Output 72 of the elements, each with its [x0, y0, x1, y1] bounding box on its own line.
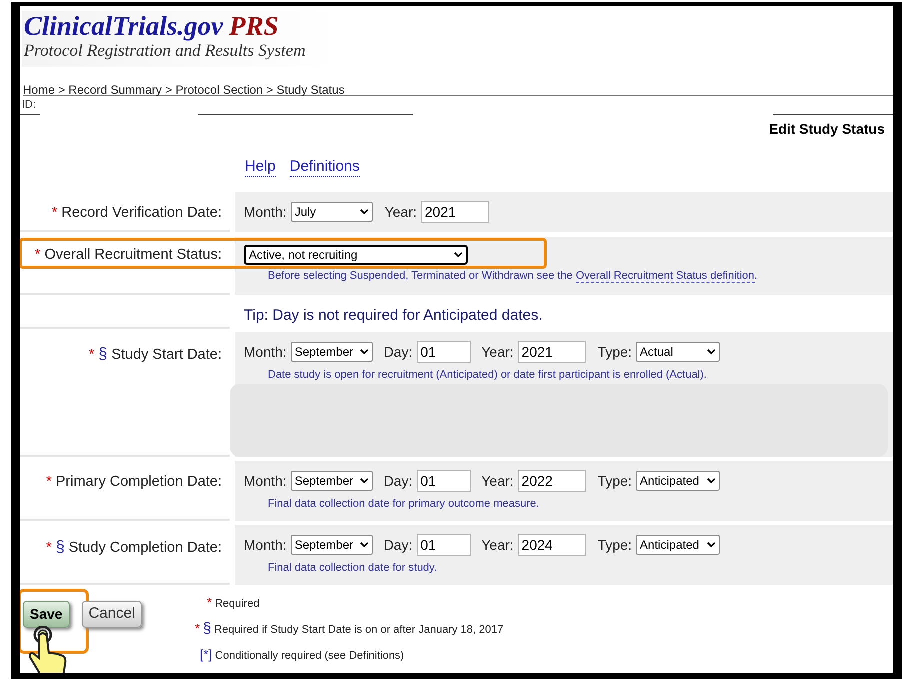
type-select[interactable]: Actual [636, 342, 720, 362]
logo-subtitle: Protocol Registration and Results System [24, 41, 306, 61]
year-field[interactable]: 2021 [421, 201, 489, 223]
cancel-button[interactable]: Cancel [82, 601, 142, 628]
field-label: Month: [244, 202, 287, 222]
logo-title: ClinicalTrials.gov [24, 11, 224, 41]
required-mark: * [46, 539, 52, 558]
required-mark: * [207, 594, 212, 612]
required-mark: * [46, 473, 52, 492]
hint-text: Before selecting Suspended, Terminated or Withdrawn see the Overall Recruitment Status definition. [268, 269, 759, 284]
chevron-down-icon [360, 478, 369, 484]
field-label: Study Start Date: [112, 346, 222, 365]
tip-text: Tip: Day is not required for Anticipated dates. [244, 306, 544, 326]
type-select[interactable]: Anticipated [636, 535, 720, 555]
field-label: Month: [244, 472, 287, 490]
year-field[interactable]: 2022 [518, 470, 586, 492]
field-label: Record Verification Date: [62, 204, 222, 223]
section-mark: § [56, 538, 65, 558]
year-field[interactable]: 2024 [518, 534, 586, 556]
field-label: Primary Completion Date: [56, 473, 222, 492]
help-link[interactable]: Definitions [290, 158, 360, 177]
conditional-mark: [*] [200, 646, 212, 664]
section-mark: § [98, 345, 108, 365]
month-select[interactable]: July [290, 202, 373, 222]
help-link[interactable]: Help [245, 158, 276, 177]
page-heading: Edit Study Status [769, 120, 885, 139]
chevron-down-icon [454, 252, 463, 258]
year-field[interactable]: 2021 [518, 341, 586, 363]
required-mark: * [35, 246, 41, 265]
chevron-down-icon [707, 349, 716, 355]
field-label: Month: [244, 536, 287, 554]
breadcrumb[interactable]: Home > Record Summary > Protocol Section > Study Status [23, 83, 345, 97]
day-field[interactable]: 01 [416, 341, 471, 363]
hint-text: Date study is open for recruitment (Anticipated) or date first participant is enrolled (Actual). [268, 368, 708, 383]
field-label: Year: [482, 472, 514, 490]
definition-link[interactable]: Overall Recruitment Status definition [576, 270, 755, 283]
field-label: Month: [244, 342, 287, 362]
field-label: Overall Recruitment Status: [44, 246, 222, 265]
month-select[interactable]: September [290, 471, 373, 491]
hint-text: Final data collection date for study. [268, 561, 438, 576]
field-label: Study Completion Date: [68, 539, 222, 558]
legend-text: Required [215, 597, 260, 612]
status-select[interactable]: Active, not recruiting [244, 245, 468, 265]
required-mark: * [89, 346, 95, 365]
chevron-down-icon [360, 209, 369, 215]
hint-text: Final data collection date for primary outcome measure. [268, 497, 540, 512]
required-mark: * [195, 620, 200, 638]
id-label: ID: [22, 98, 36, 113]
field-label: Year: [482, 342, 514, 362]
day-field[interactable]: 01 [416, 470, 471, 492]
field-label: Type: [598, 342, 632, 362]
month-select[interactable]: September [290, 342, 373, 362]
field-label: Day: [384, 472, 413, 491]
field-label: Type: [598, 472, 632, 491]
section-mark: § [203, 618, 212, 638]
type-select[interactable]: Anticipated [636, 471, 720, 491]
field-label: Day: [384, 536, 413, 555]
chevron-down-icon [707, 542, 716, 548]
chevron-down-icon [360, 542, 369, 548]
required-mark: * [52, 204, 58, 223]
legend-text: Required if Study Start Date is on or after January 18, 2017 [214, 622, 504, 638]
field-label: Day: [384, 342, 413, 362]
logo-accent: PRS [229, 11, 279, 41]
day-field[interactable]: 01 [416, 534, 471, 556]
field-label: Type: [598, 536, 632, 555]
month-select[interactable]: September [290, 535, 373, 555]
save-button[interactable]: Save [23, 601, 70, 628]
chevron-down-icon [360, 349, 369, 355]
chevron-down-icon [707, 478, 716, 484]
field-label: Year: [482, 536, 514, 554]
legend-text: Conditionally required (see Definitions) [215, 649, 404, 664]
field-label: Year: [384, 202, 417, 222]
